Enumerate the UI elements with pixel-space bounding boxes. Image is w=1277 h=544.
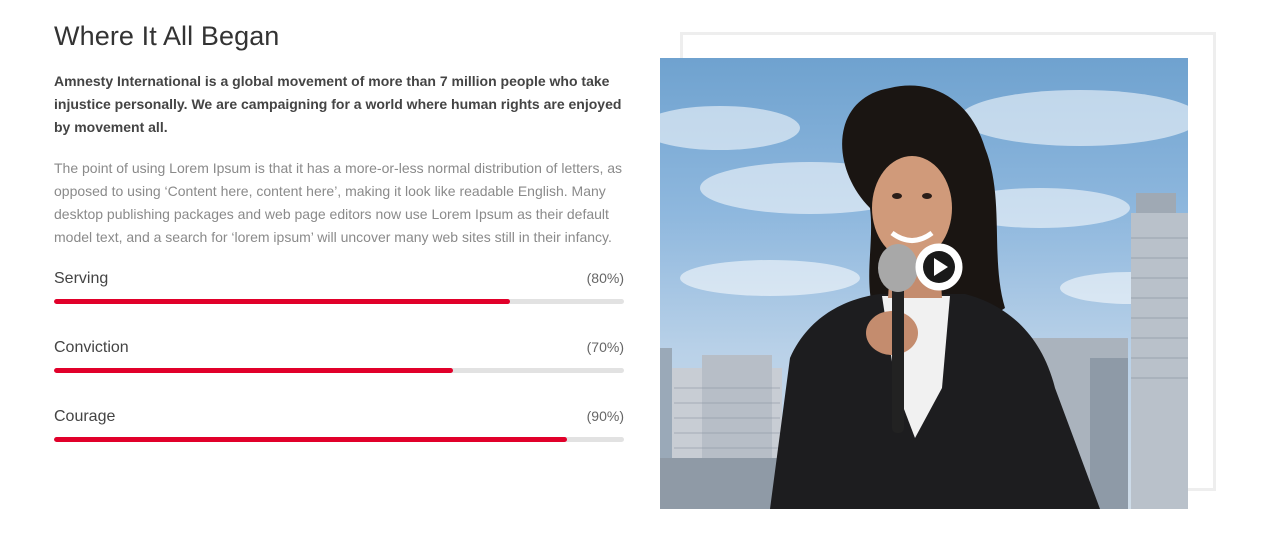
skills-list: Serving (80%) Conviction (70%) Courage (… — [54, 270, 624, 477]
skill-item: Courage (90%) — [54, 408, 624, 477]
skill-label: Serving — [54, 270, 109, 287]
body-paragraph: The point of using Lorem Ipsum is that i… — [54, 160, 623, 245]
skill-label: Conviction — [54, 339, 129, 356]
play-icon — [915, 243, 963, 291]
skill-percent: (80%) — [586, 270, 624, 286]
progress-track — [54, 437, 624, 442]
progress-fill — [54, 299, 510, 304]
play-video-button[interactable] — [913, 241, 965, 293]
skill-label: Courage — [54, 408, 116, 425]
progress-fill — [54, 368, 453, 373]
progress-track — [54, 368, 624, 373]
progress-track — [54, 299, 624, 304]
skill-percent: (90%) — [586, 408, 624, 424]
skill-item: Conviction (70%) — [54, 339, 624, 408]
skill-percent: (70%) — [586, 339, 624, 355]
about-section: Where It All Began Amnesty International… — [54, 18, 624, 477]
section-title: Where It All Began — [54, 21, 280, 51]
progress-fill — [54, 437, 567, 442]
skill-item: Serving (80%) — [54, 270, 624, 339]
lead-paragraph: Amnesty International is a global moveme… — [54, 73, 622, 135]
